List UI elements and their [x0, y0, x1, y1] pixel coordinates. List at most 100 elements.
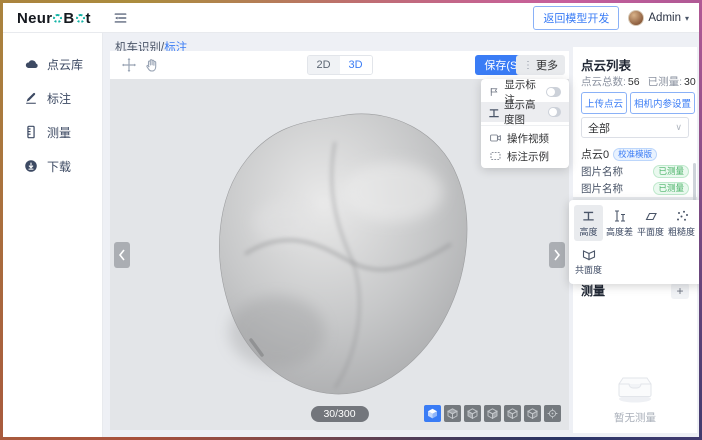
tooth-3d-model	[185, 104, 495, 404]
view-perspective-button[interactable]	[424, 405, 441, 422]
example-rect-icon	[489, 150, 502, 162]
panel-title: 点云列表	[581, 55, 631, 74]
gear-icon	[76, 14, 85, 23]
ruler-icon	[24, 125, 38, 139]
flatness-icon	[644, 209, 658, 223]
measured-count: 已测量:30	[648, 74, 696, 89]
height-difference-icon	[613, 209, 627, 223]
roughness-icon	[675, 209, 689, 223]
caret-down-icon: ▾	[685, 14, 689, 23]
tab-3d[interactable]: 3D	[340, 56, 372, 74]
menu-item-label: 标注示例	[507, 149, 549, 164]
reset-view-button[interactable]	[544, 405, 561, 422]
view-front-button[interactable]	[464, 405, 481, 422]
download-icon	[24, 159, 38, 173]
gear-icon	[53, 14, 62, 23]
tool-label: 高度	[579, 225, 597, 238]
panel-stats: 点云总数:56 已测量:30	[581, 74, 696, 89]
view-top-button[interactable]	[444, 405, 461, 422]
tool-label: 高度差	[606, 225, 633, 238]
image-row[interactable]: 图片名称 已测量	[573, 163, 697, 180]
more-dropdown-menu: 显示标注 工 显示高度图 操作视频 标注示例	[481, 79, 569, 168]
cube-icon	[467, 408, 478, 419]
filter-select[interactable]: 全部 ∨	[581, 117, 689, 138]
avatar	[628, 10, 644, 26]
tool-height-difference[interactable]: 高度差	[605, 205, 634, 241]
cube-icon	[487, 408, 498, 419]
empty-state-text: 暂无测量	[573, 410, 697, 425]
logo-text: B	[63, 10, 74, 27]
image-counter: 30/300	[310, 406, 368, 422]
tool-flatness[interactable]: 平面度	[636, 205, 665, 241]
prev-image-button[interactable]	[114, 242, 130, 268]
tool-label: 平面度	[637, 225, 664, 238]
measure-section-header: 测量 +	[581, 282, 689, 299]
show-heightmap-toggle[interactable]	[548, 107, 561, 117]
more-button[interactable]: ⋮ 更多	[516, 55, 565, 75]
sidebar-item-pointcloud-library[interactable]: 点云库	[3, 47, 102, 81]
measured-badge: 已测量	[653, 165, 689, 178]
cube-icon	[507, 408, 518, 419]
calibration-template-badge: 校准模版	[613, 148, 657, 161]
back-to-model-dev-button[interactable]: 返回模型开发	[533, 6, 619, 30]
image-row[interactable]: 图片名称 已测量	[573, 180, 697, 197]
image-name: 图片名称	[581, 181, 623, 196]
dimension-toggle: 2D 3D	[307, 55, 373, 75]
chevron-down-icon: ∨	[675, 122, 682, 133]
ibeam-icon: 工	[489, 105, 499, 119]
menu-item-show-heightmap[interactable]: 工 显示高度图	[481, 102, 569, 122]
pen-icon	[24, 91, 38, 105]
menu-item-tutorial-video[interactable]: 操作视频	[481, 129, 569, 147]
show-annotations-toggle[interactable]	[546, 87, 562, 97]
tool-roughness[interactable]: 粗糙度	[667, 205, 696, 241]
next-image-button[interactable]	[549, 242, 565, 268]
measure-tools-popup: 工 高度 高度差 平面度 粗糙度	[569, 200, 699, 284]
pointcloud-item[interactable]: 点云0 校准模版	[581, 146, 657, 162]
user-name: Admin	[648, 12, 681, 24]
locate-target-icon	[547, 408, 558, 419]
scrollbar-thumb[interactable]	[693, 163, 696, 201]
menu-item-annotation-example[interactable]: 标注示例	[481, 147, 569, 165]
cube-icon	[527, 408, 538, 419]
tool-height[interactable]: 工 高度	[574, 205, 603, 241]
app-window: NeurBt 返回模型开发 Admin ▾ 点云库 标注 测量	[3, 3, 699, 437]
tool-label: 共面度	[575, 263, 602, 276]
sidebar-item-label: 测量	[47, 124, 71, 141]
coplanarity-icon	[582, 247, 596, 261]
screenshot-frame: NeurBt 返回模型开发 Admin ▾ 点云库 标注 测量	[0, 0, 702, 440]
camera-intrinsics-button[interactable]: 相机内参设置	[630, 92, 695, 114]
logo-text: t	[86, 10, 91, 27]
measure-section-title: 测量	[581, 282, 605, 299]
measured-badge: 已测量	[653, 182, 689, 195]
tool-coplanarity[interactable]: 共面度	[574, 243, 603, 279]
user-menu[interactable]: Admin ▾	[628, 10, 689, 26]
sidebar-item-measure[interactable]: 测量	[3, 115, 102, 149]
hand-drag-tool-button[interactable]	[144, 57, 160, 78]
image-name: 图片名称	[581, 164, 623, 179]
flag-icon	[489, 86, 499, 98]
add-measure-button[interactable]: +	[671, 283, 689, 299]
tab-2d[interactable]: 2D	[308, 56, 340, 74]
view-back-button[interactable]	[504, 405, 521, 422]
sidebar-collapse-icon[interactable]	[113, 11, 128, 30]
upload-pointcloud-button[interactable]: 上传点云	[581, 92, 627, 114]
empty-state: 暂无测量	[573, 370, 697, 425]
height-tool-icon: 工	[583, 209, 594, 223]
view-right-button[interactable]	[484, 405, 501, 422]
view-left-button[interactable]	[524, 405, 541, 422]
pan-move-tool-button[interactable]	[121, 57, 137, 78]
viewer-toolbar: 2D 3D 保存(S) ⋮ 更多	[110, 51, 569, 79]
app-logo: NeurBt	[17, 3, 91, 33]
sidebar-item-download[interactable]: 下载	[3, 149, 102, 183]
cube-icon	[447, 408, 458, 419]
empty-box-icon	[612, 370, 658, 404]
pointcloud-name: 点云0	[581, 146, 609, 162]
more-vertical-dots-icon: ⋮	[523, 60, 533, 71]
sidebar-item-annotate[interactable]: 标注	[3, 81, 102, 115]
header-right: 返回模型开发 Admin ▾	[533, 3, 689, 33]
total-count: 点云总数:56	[581, 74, 640, 89]
tool-label: 粗糙度	[668, 225, 695, 238]
sidebar: 点云库 标注 测量 下载	[3, 33, 103, 437]
filter-value: 全部	[588, 120, 610, 136]
main-area: 机车识别/标注 2D 3D 保存(S) ⋮ 更多	[103, 33, 699, 437]
